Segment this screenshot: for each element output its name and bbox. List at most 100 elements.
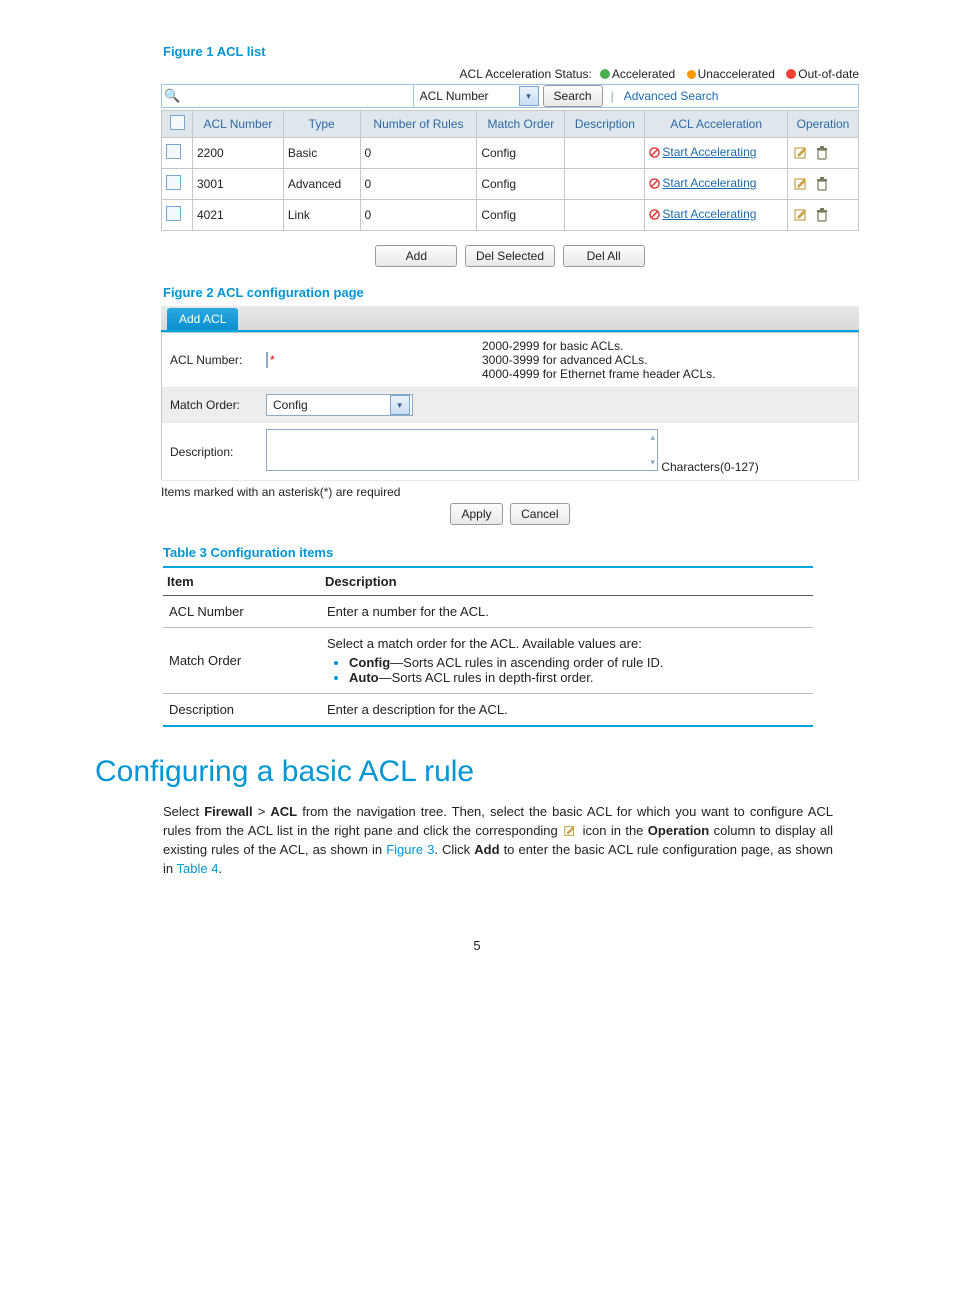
description-label: Description: <box>162 423 259 481</box>
acl-table: ACL Number Type Number of Rules Match Or… <box>161 110 859 231</box>
col-desc: Description <box>565 111 645 138</box>
cell-rules: 0 <box>360 200 477 231</box>
col-accel: ACL Acceleration <box>645 111 788 138</box>
table-row: 2200 Basic 0 Config Start Accelerating <box>162 138 859 169</box>
acl-table-header: ACL Number Type Number of Rules Match Or… <box>162 111 859 138</box>
cfg-item: Match Order <box>163 628 321 694</box>
separator: | <box>605 89 616 103</box>
cell-match: Config <box>477 200 565 231</box>
add-button[interactable]: Add <box>375 245 457 267</box>
cfg-desc: Enter a description for the ACL. <box>321 694 813 727</box>
edit-icon <box>562 824 578 838</box>
acl-list-buttons: Add Del Selected Del All <box>161 245 859 267</box>
edit-icon[interactable] <box>793 176 809 192</box>
match-order-value: Config <box>267 398 388 412</box>
table-row: 3001 Advanced 0 Config Start Acceleratin… <box>162 169 859 200</box>
col-match: Match Order <box>477 111 565 138</box>
add-acl-form: ACL Number: * 2000-2999 for basic ACLs. … <box>161 332 859 481</box>
chars-hint: Characters(0-127) <box>661 460 758 474</box>
cell-aclnumber: 4021 <box>193 200 284 231</box>
figure3-link[interactable]: Figure 3 <box>386 842 434 857</box>
trash-icon[interactable] <box>814 207 830 223</box>
figure1-caption: Figure 1 ACL list <box>163 44 859 59</box>
col-aclnumber: ACL Number <box>193 111 284 138</box>
cell-type: Advanced <box>283 169 360 200</box>
required-asterisk: * <box>268 353 275 367</box>
apply-button[interactable]: Apply <box>450 503 502 525</box>
status-outofdate-icon <box>786 69 796 79</box>
match-order-label: Match Order: <box>162 388 259 423</box>
stop-icon <box>649 209 660 220</box>
acl-number-label: ACL Number: <box>162 333 259 388</box>
advanced-search-link[interactable]: Advanced Search <box>616 89 719 103</box>
cell-desc <box>565 200 645 231</box>
cfg-item: Description <box>163 694 321 727</box>
chevron-down-icon[interactable]: ▾ <box>519 86 539 106</box>
table-row: 4021 Link 0 Config Start Accelerating <box>162 200 859 231</box>
scroll-down-icon[interactable]: ▾ <box>650 457 655 468</box>
tab-add-acl[interactable]: Add ACL <box>167 308 238 330</box>
start-accelerating-link[interactable]: Start Accelerating <box>649 176 756 190</box>
cell-rules: 0 <box>360 138 477 169</box>
edit-icon[interactable] <box>793 207 809 223</box>
config-items-table: Item Description ACL Number Enter a numb… <box>163 566 813 727</box>
cfg-desc: Select a match order for the ACL. Availa… <box>321 628 813 694</box>
table-row: Match Order Select a match order for the… <box>163 628 813 694</box>
cancel-button[interactable]: Cancel <box>510 503 569 525</box>
del-all-button[interactable]: Del All <box>563 245 645 267</box>
match-order-combo[interactable]: Config ▾ <box>266 394 413 416</box>
figure2-container: Add ACL ACL Number: * 2000-2999 for basi… <box>161 306 859 525</box>
table-row: ACL Number Enter a number for the ACL. <box>163 596 813 628</box>
form-buttons: Apply Cancel <box>161 503 859 525</box>
stop-icon <box>649 147 660 158</box>
stop-icon <box>649 178 660 189</box>
description-textarea[interactable]: ▴ ▾ <box>266 429 658 471</box>
search-button[interactable]: Search <box>543 85 603 107</box>
status-accelerated: Accelerated <box>612 67 675 81</box>
edit-icon[interactable] <box>793 145 809 161</box>
col-type: Type <box>283 111 360 138</box>
cell-match: Config <box>477 138 565 169</box>
figure1-container: ACL Acceleration Status: Accelerated Unac… <box>161 65 859 267</box>
search-bar: 🔍 ACL Number ▾ Search | Advanced Search <box>161 84 859 108</box>
del-selected-button[interactable]: Del Selected <box>465 245 555 267</box>
status-unaccelerated-icon <box>687 70 696 79</box>
cell-desc <box>565 138 645 169</box>
cell-aclnumber: 3001 <box>193 169 284 200</box>
search-field-combo[interactable]: ACL Number ▾ <box>413 85 541 107</box>
col-op: Operation <box>788 111 859 138</box>
status-label: ACL Acceleration Status: <box>460 67 592 81</box>
section-paragraph: Select Firewall > ACL from the navigatio… <box>163 803 833 878</box>
tab-row: Add ACL <box>161 306 859 332</box>
table-row: Description Enter a description for the … <box>163 694 813 727</box>
page-number: 5 <box>95 938 859 953</box>
chevron-down-icon[interactable]: ▾ <box>390 395 410 415</box>
scroll-up-icon[interactable]: ▴ <box>650 432 655 443</box>
table3-caption: Table 3 Configuration items <box>163 545 859 560</box>
cfg-item: ACL Number <box>163 596 321 628</box>
start-accelerating-link[interactable]: Start Accelerating <box>649 207 756 221</box>
table4-link[interactable]: Table 4 <box>177 861 219 876</box>
search-combo-value: ACL Number <box>414 89 517 103</box>
status-unaccelerated: Unaccelerated <box>698 67 775 81</box>
start-accelerating-link[interactable]: Start Accelerating <box>649 145 756 159</box>
select-all-checkbox[interactable] <box>170 115 185 130</box>
col-description: Description <box>321 567 813 596</box>
cell-type: Basic <box>283 138 360 169</box>
row-checkbox[interactable] <box>166 144 181 159</box>
section-heading: Configuring a basic ACL rule <box>95 755 859 789</box>
status-outofdate: Out-of-date <box>798 67 859 81</box>
col-item: Item <box>163 567 321 596</box>
search-icon: 🔍 <box>162 88 180 104</box>
cfg-desc: Enter a number for the ACL. <box>321 596 813 628</box>
acl-number-help: 2000-2999 for basic ACLs. 3000-3999 for … <box>474 333 859 388</box>
status-accelerated-icon <box>600 69 610 79</box>
cfg-desc-text: Select a match order for the ACL. Availa… <box>327 636 642 651</box>
acl-accel-status: ACL Acceleration Status: Accelerated Unac… <box>161 65 859 84</box>
row-checkbox[interactable] <box>166 175 181 190</box>
trash-icon[interactable] <box>814 145 830 161</box>
figure2-caption: Figure 2 ACL configuration page <box>163 285 859 300</box>
cell-aclnumber: 2200 <box>193 138 284 169</box>
trash-icon[interactable] <box>814 176 830 192</box>
row-checkbox[interactable] <box>166 206 181 221</box>
